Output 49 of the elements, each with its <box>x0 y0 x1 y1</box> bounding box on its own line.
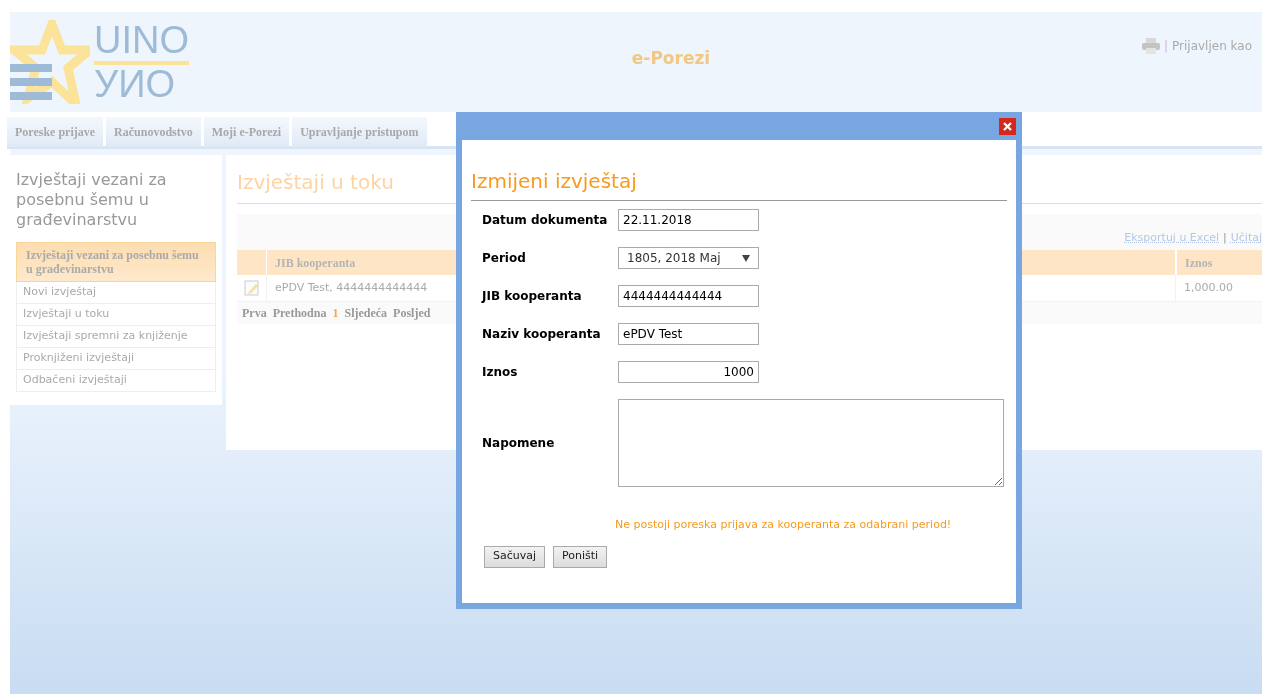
separator: | <box>1223 229 1227 246</box>
save-button[interactable]: Sačuvaj <box>484 545 546 568</box>
nav-tab[interactable]: Poreske prijave <box>7 117 104 147</box>
nav-tab[interactable]: Upravljanje pristupom <box>292 117 427 147</box>
dropdown-arrow-icon <box>742 254 750 262</box>
pager-link[interactable]: 1 <box>332 304 339 322</box>
error-message: Ne postoji poreska prijava za kooperanta za odabrani period! <box>615 517 953 533</box>
menu-item[interactable]: Izvještaji u toku <box>16 304 216 326</box>
table-cell-text: ePDV Test, 4444444444444 <box>275 279 428 296</box>
field-label: JIB kooperanta <box>482 288 583 305</box>
close-button[interactable] <box>999 117 1016 135</box>
field-label: Naziv kooperanta <box>482 326 602 343</box>
logo-wordmark: UINO УИО <box>94 21 189 103</box>
pager-link[interactable]: Prva <box>242 304 267 322</box>
text-field[interactable]: 4444444444444 <box>618 285 759 307</box>
export-link[interactable]: Eksportuj u Excel <box>1124 229 1219 246</box>
nav-tab[interactable]: Računovodstvo <box>106 117 201 147</box>
menu-item[interactable]: Izvještaji spremni za knjiženje <box>16 326 216 348</box>
period-dropdown[interactable]: 1805, 2018 Maj <box>618 247 759 269</box>
menu-item[interactable]: Novi izvještaj <box>16 282 216 304</box>
menu-header: Izvještaji vezani za posebnu šemu u građevinarstvu <box>16 242 216 282</box>
menu-item[interactable]: Odbačeni izvještaji <box>16 370 216 392</box>
dialog-title: Izmijeni izvještaj <box>471 166 1007 201</box>
field-label: Period <box>482 250 527 267</box>
pager-link[interactable]: Sljedeća <box>344 304 388 322</box>
edit-icon[interactable] <box>243 280 260 296</box>
separator: | <box>1163 38 1168 55</box>
sidebar-title: Izvještaji vezani za posebnu šemu u građevinarstvu <box>16 170 168 230</box>
pager-link[interactable]: Posljed <box>393 304 431 322</box>
import-link[interactable]: Učitaj <box>1230 229 1262 246</box>
table-cell: 1,000.00 <box>1175 275 1262 301</box>
field-label: Datum dokumenta <box>482 212 609 229</box>
amount-field[interactable]: 1000 <box>618 361 759 383</box>
pager-link[interactable]: Prethodna <box>272 304 327 322</box>
column-header: JIB kooperanta <box>275 254 356 272</box>
column-header: Iznos <box>1175 250 1262 275</box>
field-label: Napomene <box>482 435 556 452</box>
login-label: Prijavljen kao <box>1172 38 1252 55</box>
star-logo-icon <box>10 20 90 104</box>
text-field[interactable]: ePDV Test <box>618 323 759 345</box>
menu-item[interactable]: Proknjiženi izvještaji <box>16 348 216 370</box>
text-field[interactable]: 22.11.2018 <box>618 209 759 231</box>
field-label: Iznos <box>482 364 519 381</box>
cancel-button[interactable]: Poništi <box>553 545 608 568</box>
notes-field[interactable] <box>618 399 1004 487</box>
app-title: e-Porezi <box>631 47 711 70</box>
printer-icon[interactable] <box>1141 38 1160 54</box>
close-icon <box>1003 121 1012 131</box>
nav-tab[interactable]: Moji e-Porezi <box>203 117 290 147</box>
